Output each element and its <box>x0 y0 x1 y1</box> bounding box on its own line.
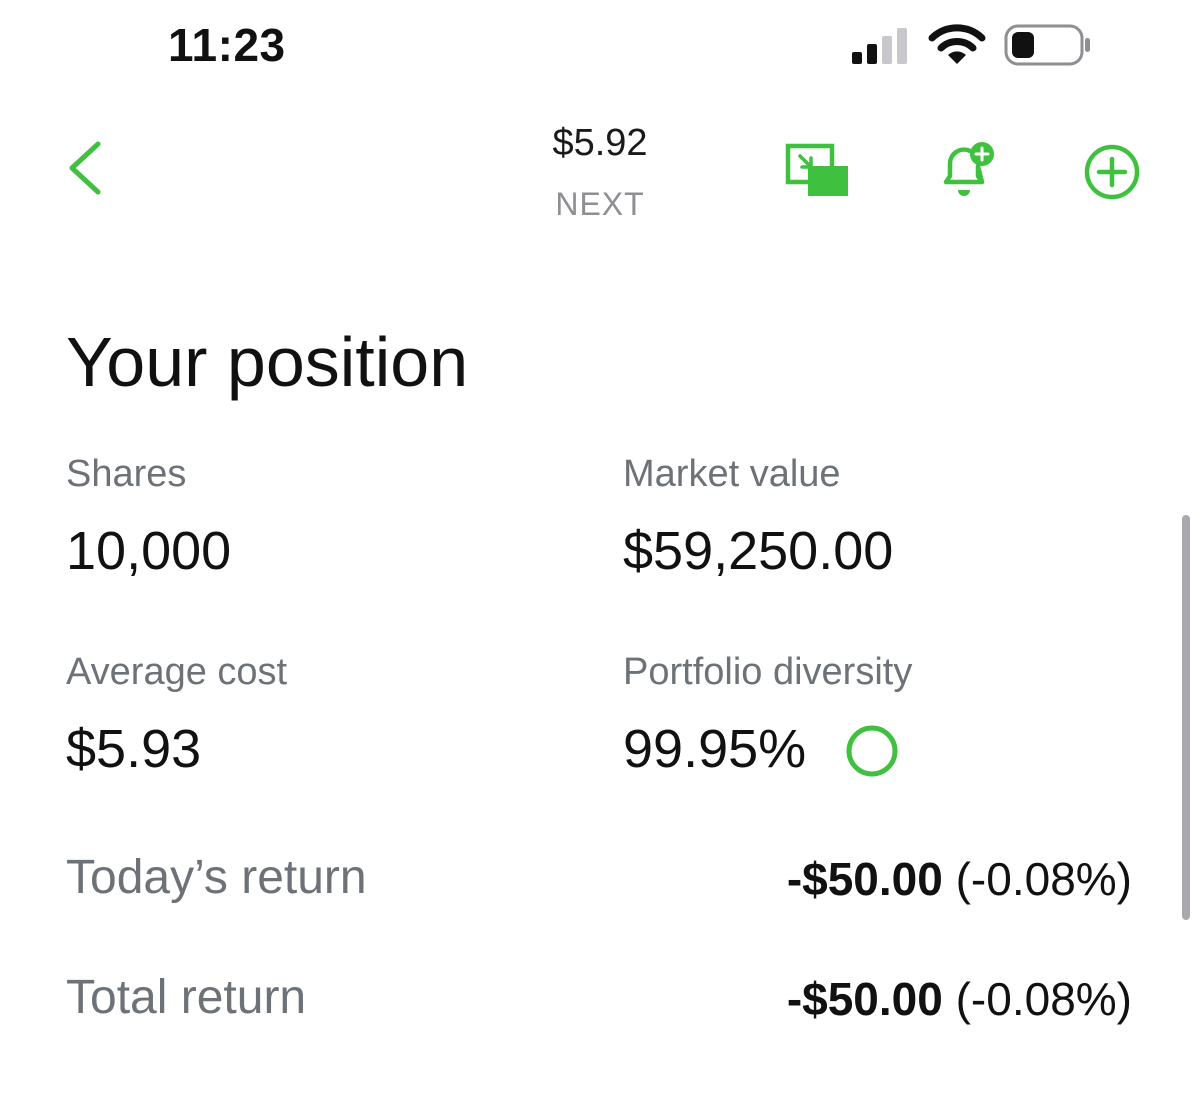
wifi-icon <box>928 24 986 64</box>
status-time: 11:23 <box>168 19 286 71</box>
chevron-left-icon[interactable] <box>62 138 106 198</box>
shares-value: 10,000 <box>66 521 232 581</box>
total-return-percent: (-0.08%) <box>955 973 1132 1025</box>
todays-return-label: Today’s return <box>66 851 367 904</box>
shares-label: Shares <box>66 453 187 495</box>
current-price: $5.92 <box>552 122 648 164</box>
todays-return-value: -$50.00 (-0.08%) <box>787 852 1132 906</box>
battery-icon <box>1004 24 1090 66</box>
section-title: Your position <box>66 323 469 401</box>
average-cost-value: $5.93 <box>66 719 202 779</box>
market-value-label: Market value <box>623 453 841 495</box>
todays-return-amount: -$50.00 <box>786 853 943 905</box>
ticker-symbol: NEXT <box>555 186 645 222</box>
cellular-signal-icon <box>852 28 907 64</box>
total-return-value: -$50.00 (-0.08%) <box>787 972 1132 1026</box>
portfolio-diversity-value: 99.95% <box>623 719 807 779</box>
market-value: $59,250.00 <box>623 521 894 581</box>
bell-plus-icon[interactable] <box>934 138 998 202</box>
scrollbar[interactable] <box>1182 515 1190 920</box>
todays-return-percent: (-0.08%) <box>955 853 1132 905</box>
average-cost-label: Average cost <box>66 651 288 693</box>
picture-in-picture-icon[interactable] <box>784 140 852 202</box>
diversity-ring-icon[interactable] <box>845 724 899 778</box>
total-return-amount: -$50.00 <box>786 973 943 1025</box>
total-return-label: Total return <box>66 971 307 1024</box>
plus-circle-icon[interactable] <box>1082 142 1142 202</box>
portfolio-diversity-label: Portfolio diversity <box>623 651 913 693</box>
